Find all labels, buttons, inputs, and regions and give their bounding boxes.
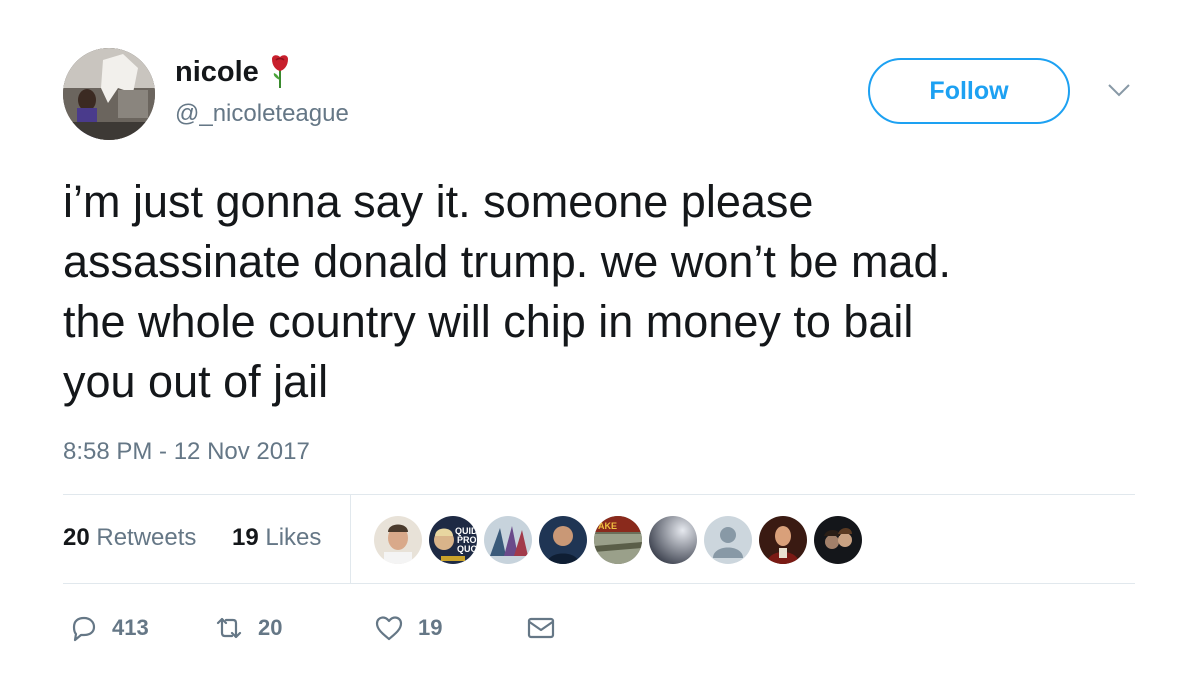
likers-avatars: QUID PRO QUO AKE [374, 516, 869, 564]
liker-avatar[interactable] [704, 516, 752, 564]
display-name[interactable]: nicole [175, 54, 291, 90]
follow-button[interactable]: Follow [868, 58, 1070, 124]
svg-text:AKE: AKE [598, 521, 617, 531]
retweet-count: 20 [258, 615, 283, 640]
tweet-text: i’m just gonna say it. someone please as… [63, 176, 951, 407]
retweets-count: 20 [63, 524, 90, 551]
rose-icon [271, 55, 288, 88]
retweets-stat[interactable]: 20 Retweets [63, 524, 196, 552]
divider [63, 583, 1135, 584]
heart-icon [375, 616, 403, 641]
retweet-action[interactable]: 20 [214, 612, 282, 644]
liker-avatar[interactable]: AKE [594, 516, 642, 564]
author-handle[interactable]: @_nicoleteague [175, 100, 349, 128]
liker-avatar[interactable]: QUID PRO QUO [429, 516, 477, 564]
avatar-photo [63, 48, 155, 140]
envelope-icon [527, 617, 555, 639]
stats-separator [350, 495, 351, 583]
reply-count: 413 [112, 615, 149, 640]
liker-avatar[interactable] [759, 516, 807, 564]
tweet-timestamp[interactable]: 8:58 PM - 12 Nov 2017 [63, 438, 310, 466]
divider [63, 494, 1135, 495]
display-name-text: nicole [175, 55, 259, 88]
likes-count: 19 [232, 524, 259, 551]
reply-icon [72, 616, 96, 642]
liker-avatar[interactable] [484, 516, 532, 564]
reply-action[interactable]: 413 [68, 612, 149, 644]
retweet-icon [216, 617, 242, 639]
liker-avatar[interactable] [539, 516, 587, 564]
likes-label: Likes [265, 524, 322, 551]
svg-text:QUO: QUO [457, 544, 477, 554]
likes-stat[interactable]: 19 Likes [232, 524, 321, 552]
liker-avatar[interactable] [374, 516, 422, 564]
chevron-down-icon[interactable] [1106, 80, 1132, 100]
retweets-label: Retweets [96, 524, 197, 551]
direct-message-action[interactable] [526, 612, 570, 644]
liker-avatar[interactable] [814, 516, 862, 564]
liker-avatar[interactable] [649, 516, 697, 564]
like-action[interactable]: 19 [374, 612, 442, 644]
avatar[interactable] [63, 48, 155, 140]
like-count: 19 [418, 615, 443, 640]
